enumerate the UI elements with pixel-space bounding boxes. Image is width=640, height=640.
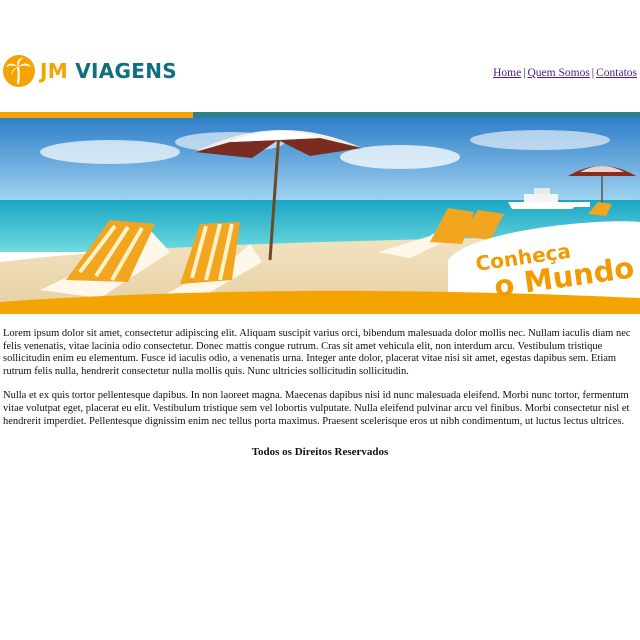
main-content: Lorem ipsum dolor sit amet, consectetur …: [0, 328, 640, 428]
brand-name: JM VIAGENS: [40, 61, 177, 81]
site-footer: Todos os Direitos Reservados: [251, 446, 389, 459]
site-logo[interactable]: JM VIAGENS: [2, 54, 177, 88]
main-nav: Home | Quem Somos | Contatos: [493, 67, 637, 79]
palm-tree-logo-icon: [3, 55, 35, 87]
nav-link-contatos[interactable]: Contatos: [596, 67, 637, 79]
nav-link-home[interactable]: Home: [493, 67, 521, 79]
brand-name-part1: JM: [40, 59, 68, 83]
nav-link-quem-somos[interactable]: Quem Somos: [528, 67, 590, 79]
brand-name-part2: VIAGENS: [75, 59, 177, 83]
nav-separator: |: [591, 67, 595, 79]
content-paragraph: Nulla et ex quis tortor pellentesque dap…: [3, 390, 630, 427]
content-paragraph: Lorem ipsum dolor sit amet, consectetur …: [3, 328, 631, 377]
nav-separator: |: [523, 67, 526, 79]
hero-banner: Conheça o Mundo: [0, 112, 640, 314]
site-header: JM VIAGENS Home | Quem Somos | Contatos: [0, 0, 640, 112]
